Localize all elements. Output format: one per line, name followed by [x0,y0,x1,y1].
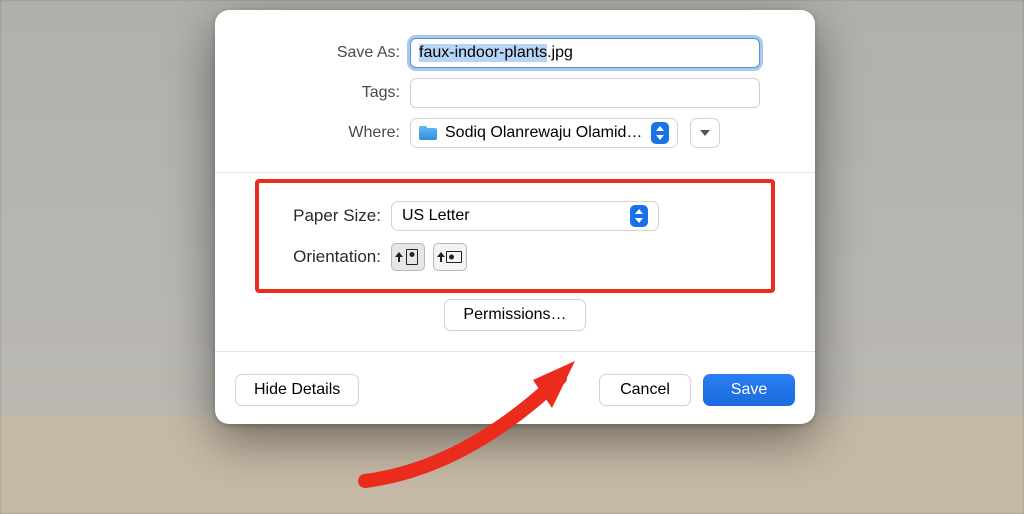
up-arrow-icon [396,252,403,262]
orientation-label: Orientation: [273,247,381,267]
expand-browser-button[interactable] [690,118,720,148]
tags-input[interactable] [410,78,760,108]
updown-icon [630,205,648,227]
permissions-button[interactable]: Permissions… [444,299,585,331]
landscape-icon [446,251,462,263]
divider [215,172,815,173]
up-arrow-icon [438,252,445,262]
chevron-down-icon [700,130,710,136]
folder-icon [419,126,437,140]
save-button[interactable]: Save [703,374,795,406]
updown-icon [651,122,669,144]
where-value: Sodiq Olanrewaju Olamid… [445,124,645,142]
permissions-row: Permissions… [215,293,815,345]
orientation-portrait-button[interactable] [391,243,425,271]
save-as-ext: .jpg [547,44,573,62]
where-label: Where: [245,124,400,142]
where-select[interactable]: Sodiq Olanrewaju Olamid… [410,118,678,148]
cancel-button[interactable]: Cancel [599,374,691,406]
save-as-selected-stem: faux-indoor-plants [419,44,547,62]
orientation-landscape-button[interactable] [433,243,467,271]
portrait-icon [406,249,418,265]
paper-size-label: Paper Size: [273,206,381,226]
save-as-label: Save As: [245,44,400,62]
highlight-annotation: Paper Size: US Letter Orientation: [255,179,775,293]
save-dialog: Save As: faux-indoor-plants.jpg Tags: Wh… [215,10,815,424]
hide-details-button[interactable]: Hide Details [235,374,359,406]
divider [215,351,815,352]
paper-size-select[interactable]: US Letter [391,201,659,231]
save-section: Save As: faux-indoor-plants.jpg Tags: Wh… [215,20,815,166]
orientation-group [391,243,467,271]
tags-label: Tags: [245,84,400,102]
save-as-input[interactable]: faux-indoor-plants.jpg [410,38,760,68]
paper-size-value: US Letter [402,207,624,225]
dialog-footer: Hide Details Cancel Save [215,358,815,424]
